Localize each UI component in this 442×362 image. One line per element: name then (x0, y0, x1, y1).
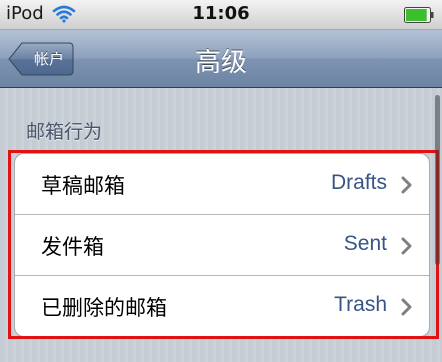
back-button[interactable]: 帐户 (8, 42, 74, 76)
status-bar: iPod 11:06 (0, 0, 442, 30)
page-title: 高级 (194, 48, 247, 78)
list-item-drafts-mailbox[interactable]: 草稿邮箱 Drafts (15, 154, 429, 215)
row-value: Sent (343, 232, 387, 255)
mailbox-settings-group: 草稿邮箱 Drafts 发件箱 Sent 已删除的邮箱 Trash (14, 153, 430, 337)
row-label: 草稿邮箱 (41, 174, 125, 198)
clock: 11:06 (192, 3, 250, 24)
row-label: 已删除的邮箱 (41, 296, 167, 320)
list-item-sent-mailbox[interactable]: 发件箱 Sent (15, 215, 429, 276)
list-item-deleted-mailbox[interactable]: 已删除的邮箱 Trash (15, 276, 429, 336)
battery-icon (404, 7, 434, 23)
row-value: Drafts (330, 171, 387, 194)
section-header-mailbox-behavior: 邮箱行为 (26, 121, 103, 143)
chevron-right-icon (401, 176, 412, 194)
back-button-label: 帐户 (33, 50, 64, 68)
battery-level-fill (406, 9, 427, 21)
chevron-right-icon (401, 237, 412, 255)
navigation-bar: 帐户 高级 (0, 30, 442, 88)
scroll-indicator[interactable] (435, 95, 440, 265)
chevron-right-icon (401, 298, 412, 316)
row-label: 发件箱 (41, 235, 104, 259)
row-value: Trash (334, 293, 387, 316)
